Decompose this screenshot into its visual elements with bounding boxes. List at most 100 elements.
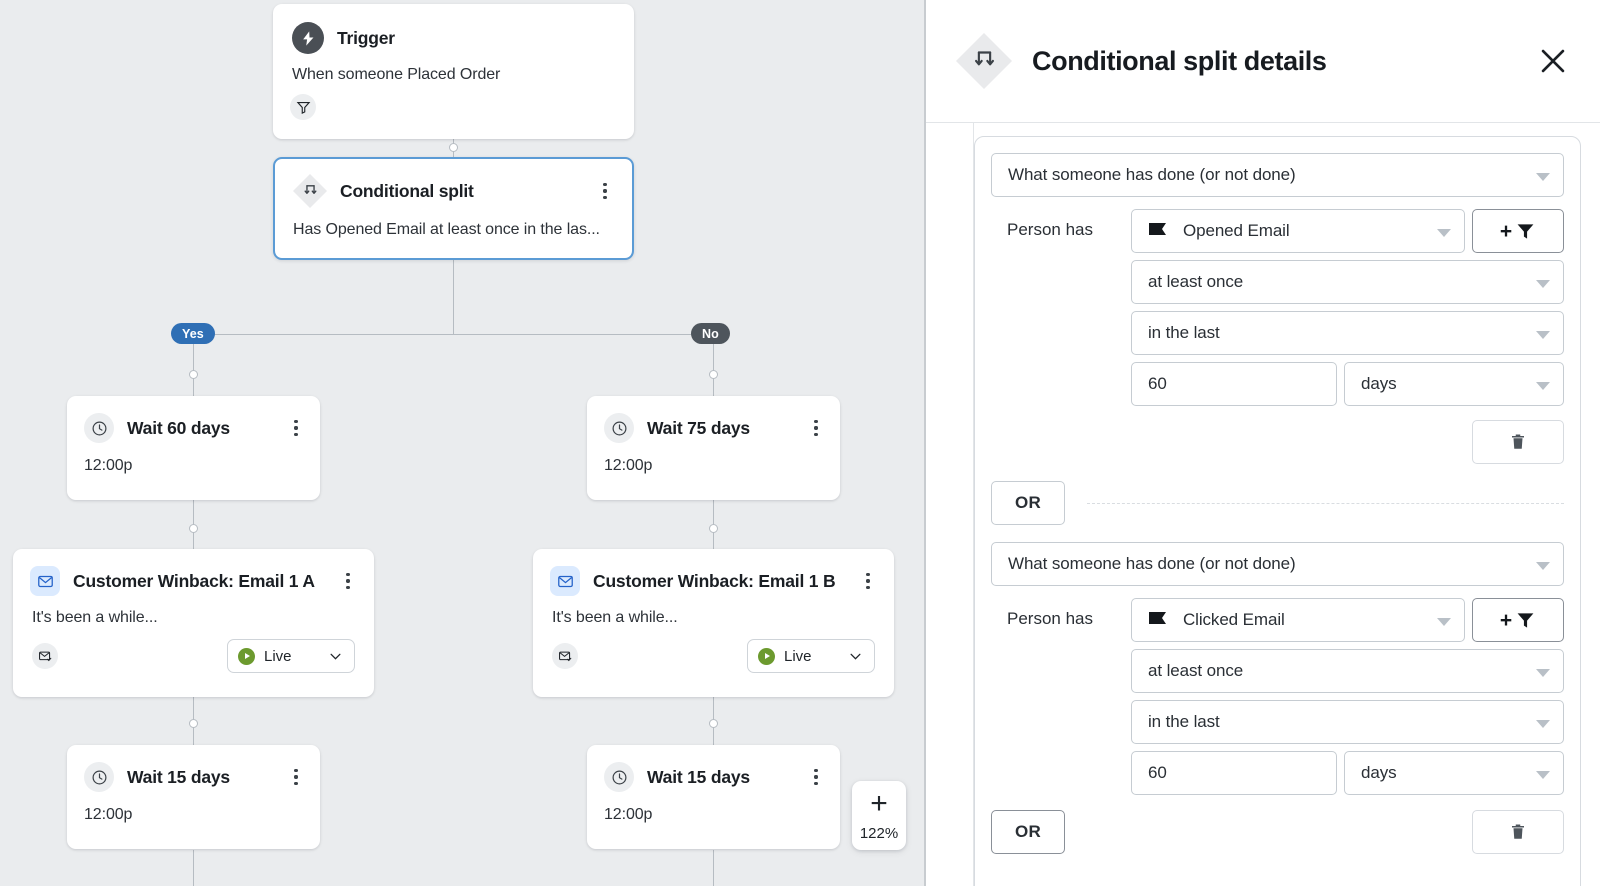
node-wait-75-days[interactable]: Wait 75 days 12:00p <box>587 396 840 500</box>
chevron-down-icon <box>1536 562 1550 570</box>
frequency-select-2[interactable]: at least once <box>1131 649 1564 693</box>
chevron-down-icon <box>1536 173 1550 181</box>
branch-pill-no[interactable]: No <box>691 323 730 344</box>
add-filter-plus: + <box>1500 221 1512 242</box>
wait-subtitle: 12:00p <box>68 443 319 475</box>
condition-type-label-1: What someone has done (or not done) <box>1008 165 1296 185</box>
condition-type-select-2[interactable]: What someone has done (or not done) <box>991 542 1564 586</box>
email-header: Customer Winback: Email 1 A <box>14 550 373 596</box>
zoom-in-button[interactable]: + <box>870 791 888 817</box>
amount-line-1: 60 days <box>1131 362 1564 406</box>
email-status-dropdown[interactable]: Live <box>747 639 875 673</box>
node-conditional-split[interactable]: Conditional split Has Opened Email at le… <box>273 157 634 260</box>
frequency-select-1[interactable]: at least once <box>1131 260 1564 304</box>
add-filter-icon[interactable]: + <box>1472 598 1564 642</box>
timeframe-select-2[interactable]: in the last <box>1131 700 1564 744</box>
add-filter-icon[interactable]: + <box>1472 209 1564 253</box>
envelope-icon <box>550 566 580 596</box>
filter-funnel-icon[interactable] <box>290 94 316 120</box>
email-title: Customer Winback: Email 1 B <box>593 571 846 592</box>
panel-left-rail <box>926 123 974 886</box>
or-button-2[interactable]: OR <box>991 810 1065 854</box>
journey-canvas[interactable]: Trigger When someone Placed Order <box>0 0 926 886</box>
node-wait-15-days-no[interactable]: Wait 15 days 12:00p <box>587 745 840 849</box>
trigger-subtitle: When someone Placed Order <box>274 54 633 84</box>
wait-header: Wait 15 days <box>68 746 319 792</box>
connector-dot[interactable] <box>709 370 718 379</box>
node-email-1-b[interactable]: Customer Winback: Email 1 B It's been a … <box>533 549 894 697</box>
wait-subtitle: 12:00p <box>588 443 839 475</box>
amount-input-2[interactable]: 60 <box>1131 751 1337 795</box>
branch-pill-yes[interactable]: Yes <box>171 323 215 344</box>
panel-body: What someone has done (or not done) Pers… <box>926 123 1600 886</box>
email-title: Customer Winback: Email 1 A <box>73 571 326 592</box>
person-has-label-1: Person has <box>991 209 1121 240</box>
node-email-1-a[interactable]: Customer Winback: Email 1 A It's been a … <box>13 549 374 697</box>
clock-icon <box>604 413 634 443</box>
metric-label-1: Opened Email <box>1183 221 1290 241</box>
connector-dot[interactable] <box>449 143 458 152</box>
amount-input-1[interactable]: 60 <box>1131 362 1337 406</box>
zoom-control[interactable]: + 122% <box>852 781 906 850</box>
chevron-down-icon <box>1536 720 1550 728</box>
panel-header: Conditional split details <box>926 0 1600 123</box>
or-and-delete-row-2: OR <box>991 810 1564 854</box>
condition-type-select-1[interactable]: What someone has done (or not done) <box>991 153 1564 197</box>
wait-kebab-menu[interactable] <box>287 417 305 439</box>
node-wait-60-days[interactable]: Wait 60 days 12:00p <box>67 396 320 500</box>
flag-icon <box>1148 610 1170 631</box>
node-trigger[interactable]: Trigger When someone Placed Order <box>273 4 634 139</box>
node-wait-15-days-yes[interactable]: Wait 15 days 12:00p <box>67 745 320 849</box>
frequency-label-1: at least once <box>1148 272 1243 292</box>
chevron-down-icon <box>1536 771 1550 779</box>
metric-line-1: Opened Email + <box>1131 209 1564 253</box>
person-has-label-2: Person has <box>991 598 1121 629</box>
envelope-check-icon[interactable] <box>32 643 58 669</box>
connector-dot[interactable] <box>709 719 718 728</box>
timeframe-label-1: in the last <box>1148 323 1220 343</box>
metric-select-2[interactable]: Clicked Email <box>1131 598 1465 642</box>
wait-kebab-menu[interactable] <box>807 766 825 788</box>
split-kebab-menu[interactable] <box>596 180 614 202</box>
delete-condition-button-1[interactable] <box>1472 420 1564 464</box>
chevron-down-icon <box>848 649 863 664</box>
wait-subtitle: 12:00p <box>588 792 839 824</box>
frequency-label-2: at least once <box>1148 661 1243 681</box>
conditional-split-details-panel: Conditional split details What someone h… <box>926 0 1600 886</box>
wait-title: Wait 75 days <box>647 418 794 439</box>
timeframe-line-1: in the last <box>1131 311 1564 355</box>
email-status-label: Live <box>264 648 319 665</box>
page-title: Conditional split details <box>1032 46 1536 77</box>
connector-dot[interactable] <box>189 719 198 728</box>
email-kebab-menu[interactable] <box>859 570 877 592</box>
condition-group: What someone has done (or not done) Pers… <box>974 136 1581 886</box>
wait-kebab-menu[interactable] <box>287 766 305 788</box>
journey-builder-app: Trigger When someone Placed Order <box>0 0 1600 886</box>
connector-dot[interactable] <box>189 370 198 379</box>
close-icon[interactable] <box>1536 44 1570 78</box>
clock-icon <box>604 762 634 792</box>
connector-dot[interactable] <box>189 524 198 533</box>
email-kebab-menu[interactable] <box>339 570 357 592</box>
unit-select-1[interactable]: days <box>1344 362 1564 406</box>
split-title: Conditional split <box>340 181 583 202</box>
wait-title: Wait 15 days <box>647 767 794 788</box>
connector-no-bottom <box>713 850 714 886</box>
connector-dot[interactable] <box>709 524 718 533</box>
metric-select-1[interactable]: Opened Email <box>1131 209 1465 253</box>
timeframe-select-1[interactable]: in the last <box>1131 311 1564 355</box>
unit-select-2[interactable]: days <box>1344 751 1564 795</box>
email-subtitle: It's been a while... <box>534 596 893 627</box>
connector-yes-bottom <box>193 850 194 886</box>
email-status-dropdown[interactable]: Live <box>227 639 355 673</box>
connector-split-down <box>453 260 454 334</box>
chevron-down-icon <box>1437 618 1451 626</box>
split-subtitle: Has Opened Email at least once in the la… <box>275 208 632 239</box>
delete-condition-button-2[interactable] <box>1472 810 1564 854</box>
wait-kebab-menu[interactable] <box>807 417 825 439</box>
envelope-check-icon[interactable] <box>552 643 578 669</box>
funnel-icon <box>1515 222 1536 241</box>
or-button-1[interactable]: OR <box>991 481 1065 525</box>
zoom-percent-label: 122% <box>860 825 898 850</box>
trigger-footer <box>274 84 633 120</box>
